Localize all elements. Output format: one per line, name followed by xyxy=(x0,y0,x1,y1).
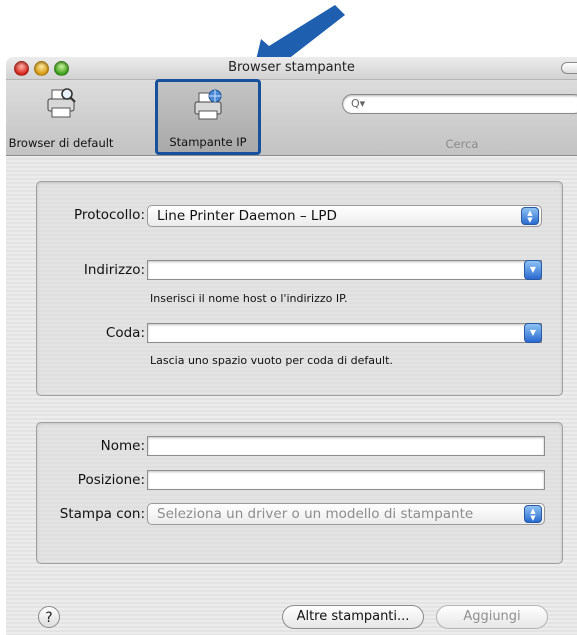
address-hint: Inserisci il nome host o l'indirizzo IP. xyxy=(150,292,348,305)
printer-magnifier-icon xyxy=(47,88,76,118)
up-down-arrows-icon: ▲ ▼ xyxy=(521,207,539,225)
search-icon: Q▾ xyxy=(351,97,366,110)
network-printer-icon xyxy=(194,89,222,120)
queue-input[interactable] xyxy=(148,326,541,345)
address-dropdown-icon[interactable]: ▼ xyxy=(524,260,542,280)
address-label: Indirizzo: xyxy=(83,262,145,278)
name-input[interactable] xyxy=(148,439,544,458)
printer-browser-window: Browser stampante Browser di default Sta… xyxy=(6,57,577,635)
name-field[interactable] xyxy=(147,436,545,458)
toolbar: Browser di default Stampante IP Q▾ Cerca xyxy=(6,79,577,156)
ip-printer-label: Stampante IP xyxy=(169,135,247,149)
search-input[interactable] xyxy=(367,96,571,112)
protocol-label: Protocollo: xyxy=(74,207,145,223)
queue-combo[interactable]: ▼ xyxy=(147,323,542,345)
more-printers-button[interactable]: Altre stampanti... xyxy=(282,605,424,629)
printer-details-group: Nome: Posizione: Stampa con: Seleziona u… xyxy=(36,422,563,564)
window-title: Browser stampante xyxy=(228,60,355,75)
print-using-value: Seleziona un driver o un modello di stam… xyxy=(157,506,474,522)
search-label: Cerca xyxy=(445,137,479,151)
print-using-label: Stampa con: xyxy=(59,506,145,522)
location-field[interactable] xyxy=(147,470,545,492)
up-down-arrows-icon: ▲ ▼ xyxy=(524,505,542,523)
toolbar-ip-printer[interactable]: Stampante IP xyxy=(155,79,261,155)
add-button[interactable]: Aggiungi xyxy=(436,605,548,629)
address-combo[interactable]: ▼ xyxy=(147,260,542,282)
title-bar: Browser stampante xyxy=(6,57,577,80)
toolbar-toggle-button[interactable] xyxy=(561,62,577,74)
toolbar-default-browser[interactable]: Browser di default xyxy=(6,80,126,152)
protocol-select[interactable]: Line Printer Daemon – LPD ▲ ▼ xyxy=(147,205,542,227)
queue-hint: Lascia uno spazio vuoto per coda di defa… xyxy=(150,354,393,367)
address-input[interactable] xyxy=(148,263,541,282)
print-using-select[interactable]: Seleziona un driver o un modello di stam… xyxy=(147,503,545,525)
help-button[interactable]: ? xyxy=(38,606,60,628)
queue-label: Coda: xyxy=(105,325,145,341)
content-area: Protocollo: Line Printer Daemon – LPD ▲ ▼… xyxy=(6,156,577,635)
queue-dropdown-icon[interactable]: ▼ xyxy=(524,323,542,343)
location-input[interactable] xyxy=(148,473,544,492)
protocol-value: Line Printer Daemon – LPD xyxy=(157,208,337,224)
location-label: Posizione: xyxy=(77,472,145,488)
search-field[interactable]: Q▾ xyxy=(342,94,577,114)
default-browser-label: Browser di default xyxy=(8,136,114,150)
connection-group: Protocollo: Line Printer Daemon – LPD ▲ ▼… xyxy=(36,181,563,396)
name-label: Nome: xyxy=(100,438,145,454)
